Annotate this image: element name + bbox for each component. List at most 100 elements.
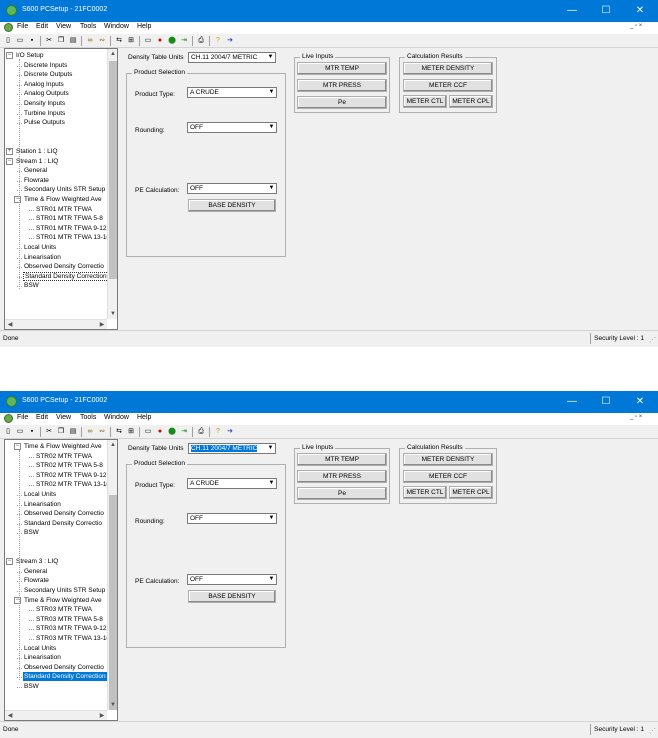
meter-cpl-button[interactable]: METER CPL — [449, 486, 493, 499]
scroll-up-icon[interactable]: ▲ — [108, 49, 117, 59]
disconnect-icon[interactable]: ∾ — [97, 427, 107, 437]
tree-item[interactable]: Stream 1 : LIQ — [15, 157, 59, 166]
dropdown-arrow-icon[interactable]: ▼ — [267, 514, 276, 523]
menu-tools[interactable]: Tools — [80, 414, 96, 421]
base-density-button[interactable]: BASE DENSITY — [188, 590, 276, 603]
tree-item[interactable]: STR03 MTR TFWA 13-16 — [35, 634, 111, 643]
tree-item[interactable]: STR01 MTR TFWA 13-16 — [35, 233, 111, 242]
tree-item[interactable]: General — [23, 166, 48, 175]
transfer-icon[interactable]: ⇥ — [179, 427, 189, 437]
stop-icon[interactable]: ● — [155, 427, 165, 437]
resize-grip-icon[interactable]: ⋰ — [649, 336, 656, 344]
tree-item[interactable]: Time & Flow Weighted Ave — [23, 596, 103, 605]
tree-item[interactable]: BSW — [23, 281, 40, 290]
arrow-icon[interactable]: ➜ — [225, 36, 235, 46]
tree-item[interactable]: BSW — [23, 682, 40, 691]
tree-item[interactable]: BSW — [23, 528, 40, 537]
collapse-icon[interactable]: − — [6, 157, 13, 165]
grid-icon[interactable]: ⊞ — [126, 427, 136, 437]
close-button[interactable]: ✕ — [623, 391, 657, 413]
dropdown-arrow-icon[interactable]: ▼ — [267, 88, 276, 97]
scroll-left-icon[interactable]: ◀ — [5, 711, 15, 720]
product-type-select[interactable]: A CRUDE ▼ — [187, 478, 277, 489]
tree-item[interactable]: Discrete Inputs — [23, 61, 68, 70]
transfer-icon[interactable]: ⇥ — [179, 36, 189, 46]
copy-icon[interactable]: ❐ — [56, 36, 66, 46]
tree-item[interactable]: STR03 MTR TFWA 5-8 — [35, 615, 104, 624]
tree-item[interactable]: Observed Density Correctio — [23, 663, 105, 672]
tree-item[interactable]: Linearisation — [23, 653, 62, 662]
copy-icon[interactable]: ❐ — [56, 427, 66, 437]
mtr-press-button[interactable]: MTR PRESS — [297, 470, 387, 483]
paste-icon[interactable]: ▤ — [68, 36, 78, 46]
tree-item[interactable]: Standard Density Correction — [23, 672, 107, 682]
meter-cpl-button[interactable]: METER CPL — [449, 95, 493, 108]
menu-file[interactable]: File — [17, 414, 28, 421]
new-file-icon[interactable]: ▯ — [3, 427, 13, 437]
base-density-button[interactable]: BASE DENSITY — [188, 199, 276, 212]
tree-item[interactable]: Flowrate — [23, 576, 50, 585]
tree-item[interactable]: Time & Flow Weighted Ave — [23, 442, 103, 451]
tree-item[interactable]: STR02 MTR TFWA — [35, 452, 93, 461]
tree-item[interactable]: Standard Density Correctio — [23, 519, 103, 528]
open-folder-icon[interactable]: ▭ — [15, 427, 25, 437]
pin-icon[interactable]: ⬤ — [167, 427, 177, 437]
pe-calculation-select[interactable]: OFF ▼ — [187, 183, 277, 194]
tree-horizontal-scrollbar[interactable]: ◀ ▶ — [5, 319, 107, 329]
scroll-right-icon[interactable]: ▶ — [97, 711, 107, 720]
cut-icon[interactable]: ✂ — [44, 36, 54, 46]
mtr-press-button[interactable]: MTR PRESS — [297, 79, 387, 92]
minimize-button[interactable]: — — [555, 0, 589, 22]
tree-item[interactable]: Secondary Units STR Setup — [23, 185, 106, 194]
connect-icon[interactable]: ∞ — [85, 36, 95, 46]
menu-help[interactable]: Help — [137, 414, 151, 421]
tree-item[interactable]: Local Units — [23, 644, 57, 653]
dropdown-arrow-icon[interactable]: ▼ — [266, 444, 275, 453]
menu-view[interactable]: View — [56, 23, 71, 30]
open-folder-icon[interactable]: ▭ — [15, 36, 25, 46]
scroll-right-icon[interactable]: ▶ — [97, 320, 107, 329]
tree-item[interactable]: General — [23, 567, 48, 576]
menu-edit[interactable]: Edit — [36, 414, 48, 421]
mdi-controls[interactable]: _ ▫ × — [630, 414, 642, 420]
tree-item[interactable]: Observed Density Correctio — [23, 262, 105, 271]
dropdown-arrow-icon[interactable]: ▼ — [267, 123, 276, 132]
menu-tools[interactable]: Tools — [80, 23, 96, 30]
tree-item[interactable]: Station 1 : LIQ — [15, 147, 59, 156]
menu-window[interactable]: Window — [104, 414, 129, 421]
scroll-left-icon[interactable]: ◀ — [5, 320, 15, 329]
product-type-select[interactable]: A CRUDE ▼ — [187, 87, 277, 98]
pin-icon[interactable]: ⬤ — [167, 36, 177, 46]
document-icon[interactable] — [4, 414, 13, 423]
meter-ccf-button[interactable]: METER CCF — [403, 79, 493, 92]
compare-icon[interactable]: ⇆ — [114, 427, 124, 437]
tree-item[interactable]: Stream 3 : LIQ — [15, 557, 59, 566]
pe-button[interactable]: Pe — [297, 487, 387, 500]
tree-item[interactable]: Local Units — [23, 490, 57, 499]
meter-ctl-button[interactable]: METER CTL — [403, 486, 447, 499]
compare-icon[interactable]: ⇆ — [114, 36, 124, 46]
save-icon[interactable]: ▪ — [27, 36, 37, 46]
mtr-temp-button[interactable]: MTR TEMP — [297, 453, 387, 466]
scroll-thumb[interactable] — [109, 61, 117, 279]
collapse-icon[interactable]: − — [6, 52, 13, 59]
density-table-select[interactable]: CH.11 2004/7 METRIC ▼ — [188, 52, 276, 63]
tree-item[interactable]: STR03 MTR TFWA — [35, 605, 93, 614]
tree-item[interactable]: Observed Density Correctio — [23, 509, 105, 518]
dropdown-arrow-icon[interactable]: ▼ — [266, 53, 275, 62]
menu-window[interactable]: Window — [104, 23, 129, 30]
document-icon[interactable] — [4, 23, 13, 32]
tree-item[interactable]: Local Units — [23, 243, 57, 252]
resize-grip-icon[interactable]: ⋰ — [649, 727, 656, 735]
connect-icon[interactable]: ∞ — [85, 427, 95, 437]
mdi-controls[interactable]: _ ▫ × — [630, 23, 642, 29]
tree-item[interactable]: Analog Inputs — [23, 80, 65, 89]
menu-view[interactable]: View — [56, 414, 71, 421]
tree-item[interactable]: Analog Outputs — [23, 89, 70, 98]
scroll-down-icon[interactable]: ▼ — [108, 700, 117, 710]
meter-ctl-button[interactable]: METER CTL — [403, 95, 447, 108]
tree-item[interactable]: Flowrate — [23, 176, 50, 185]
meter-ccf-button[interactable]: METER CCF — [403, 470, 493, 483]
save-icon[interactable]: ▪ — [27, 427, 37, 437]
meter-density-button[interactable]: METER DENSITY — [403, 62, 493, 75]
